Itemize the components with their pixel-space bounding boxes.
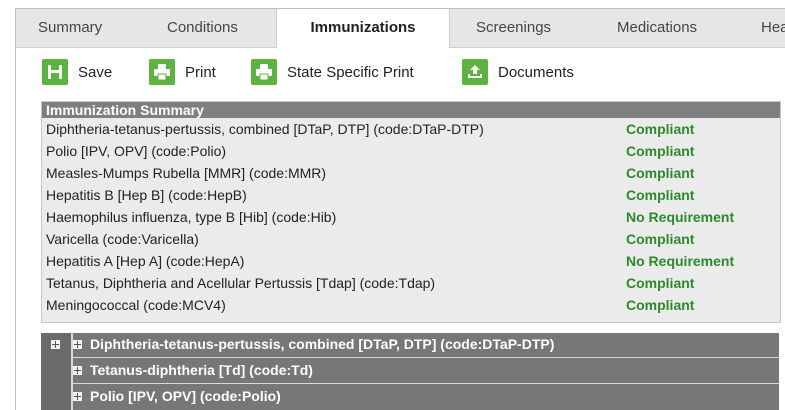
compliance-status: No Requirement [626,253,735,269]
compliance-status: Compliant [626,121,695,137]
compliance-status: Compliant [626,231,695,247]
compliance-status: Compliant [626,297,695,313]
summary-row: Hepatitis B [Hep B] (code:HepB) Complian… [42,184,780,206]
state-specific-print-button[interactable]: State Specific Print [251,58,414,86]
tab-health[interactable]: Hea [761,9,785,47]
immunizations-panel: Summary Conditions Immunizations Screeni… [15,8,785,410]
expand-icon[interactable] [73,392,82,401]
save-icon [42,59,68,85]
summary-title: Immunization Summary [42,102,780,118]
tab-immunizations[interactable]: Immunizations [276,9,450,48]
tree-item-label: Diphtheria-tetanus-pertussis, combined [… [90,336,555,352]
printer-icon [251,59,277,85]
vaccine-name: Hepatitis A [Hep A] (code:HepA) [46,253,245,269]
compliance-status: Compliant [626,275,695,291]
summary-row: Hepatitis A [Hep A] (code:HepA) No Requi… [42,250,780,272]
state-specific-print-label: State Specific Print [287,63,414,81]
summary-row: Measles-Mumps Rubella [MMR] (code:MMR) C… [42,162,780,184]
immunization-summary: Immunization Summary Diphtheria-tetanus-… [41,101,781,323]
tree-item[interactable]: Polio [IPV, OPV] (code:Polio) [73,385,281,408]
summary-row: Diphtheria-tetanus-pertussis, combined [… [42,118,780,140]
save-button[interactable]: Save [42,58,112,86]
tab-conditions[interactable]: Conditions [167,9,238,47]
expand-all-icon[interactable] [51,340,60,349]
toolbar: Save Print State Specific Print Document… [16,48,785,100]
documents-label: Documents [498,63,574,81]
vaccine-name: Varicella (code:Varicella) [46,231,199,247]
tab-medications[interactable]: Medications [617,9,697,47]
compliance-status: No Requirement [626,209,735,225]
tab-summary[interactable]: Summary [38,9,102,47]
vaccine-name: Tetanus, Diphtheria and Acellular Pertus… [46,275,436,291]
compliance-status: Compliant [626,187,695,203]
vaccine-name: Haemophilus influenza, type B [Hib] (cod… [46,209,337,225]
summary-row: Haemophilus influenza, type B [Hib] (cod… [42,206,780,228]
documents-button[interactable]: Documents [462,58,574,86]
upload-icon [462,59,488,85]
compliance-status: Compliant [626,165,695,181]
summary-row: Varicella (code:Varicella) Compliant [42,228,780,250]
expand-icon[interactable] [73,366,82,375]
printer-icon [149,59,175,85]
tree-item[interactable]: Tetanus-diphtheria [Td] (code:Td) [73,359,313,382]
vaccine-name: Hepatitis B [Hep B] (code:HepB) [46,187,247,203]
print-button[interactable]: Print [149,58,216,86]
compliance-status: Compliant [626,143,695,159]
divider [73,357,779,358]
summary-row: Polio [IPV, OPV] (code:Polio) Compliant [42,140,780,162]
divider [73,383,779,384]
tab-screenings[interactable]: Screenings [476,9,551,47]
tree-item-label: Polio [IPV, OPV] (code:Polio) [90,388,281,404]
vaccine-name: Polio [IPV, OPV] (code:Polio) [46,143,227,159]
print-label: Print [185,63,216,81]
save-label: Save [78,63,113,81]
vaccine-name: Diphtheria-tetanus-pertussis, combined [… [46,121,484,137]
tree-item-label: Tetanus-diphtheria [Td] (code:Td) [90,362,313,378]
summary-row: Meningococcal (code:MCV4) Compliant [42,294,780,316]
tree-item[interactable]: Diphtheria-tetanus-pertussis, combined [… [73,333,554,356]
summary-row: Tetanus, Diphtheria and Acellular Pertus… [42,272,780,294]
immunization-tree: Diphtheria-tetanus-pertussis, combined [… [41,333,779,410]
expand-icon[interactable] [73,340,82,349]
tree-expand-column [41,333,73,410]
vaccine-name: Meningococcal (code:MCV4) [46,297,226,313]
tab-bar: Summary Conditions Immunizations Screeni… [16,9,785,48]
vaccine-name: Measles-Mumps Rubella [MMR] (code:MMR) [46,165,327,181]
